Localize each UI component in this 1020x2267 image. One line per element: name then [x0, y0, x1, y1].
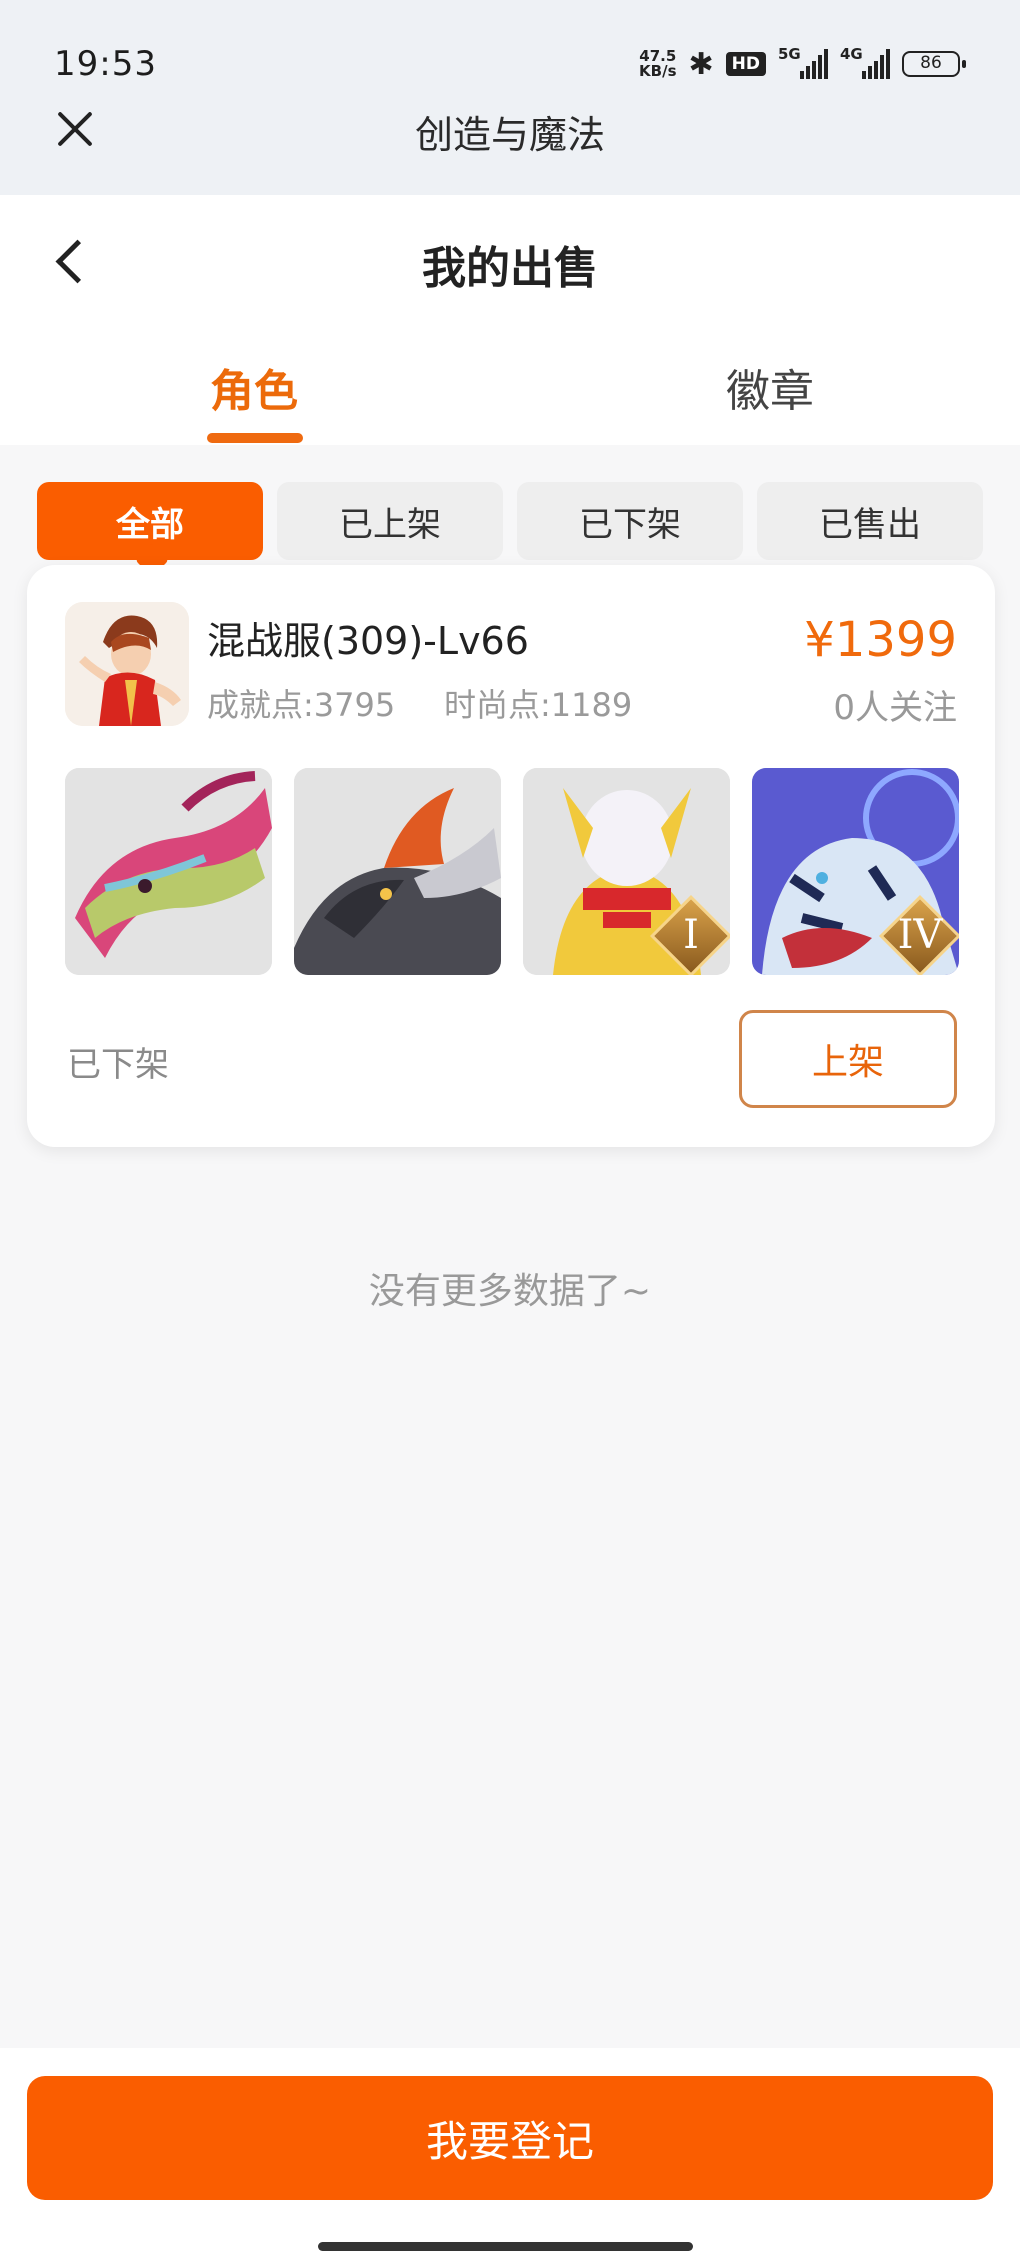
- signal-4g-icon: 4G: [840, 45, 890, 79]
- dark-dragon-mount-icon[interactable]: [294, 768, 501, 975]
- active-tab-indicator: [207, 433, 303, 443]
- status-time: 19:53: [54, 44, 157, 84]
- list-for-sale-button[interactable]: 上架: [739, 1010, 957, 1108]
- bluetooth-icon: ✱: [688, 46, 714, 82]
- golden-armor-pet-icon[interactable]: I: [523, 768, 730, 975]
- status-bar: 19:53 47.5 KB/s ✱ HD 5G 4G 86 创造与魔法: [0, 0, 1020, 195]
- follower-count: 0人关注: [833, 688, 957, 728]
- fashion-points: 时尚点:1189: [444, 686, 633, 724]
- blue-tiger-mount-icon[interactable]: IV: [752, 768, 959, 975]
- register-button[interactable]: 我要登记: [27, 2076, 993, 2200]
- filter-listed[interactable]: 已上架: [277, 482, 503, 560]
- network-speed: 47.5 KB/s: [639, 47, 677, 80]
- achievement-points: 成就点:3795: [207, 686, 396, 724]
- tab-badge[interactable]: 徽章: [726, 355, 814, 419]
- hd-voice-icon: HD: [725, 52, 766, 76]
- rank-label: I: [683, 912, 699, 958]
- rank-label: IV: [897, 912, 943, 958]
- filter-sold[interactable]: 已售出: [757, 482, 983, 560]
- status-filter-bar: 全部 已上架 已下架 已售出: [37, 482, 983, 560]
- listing-card[interactable]: 混战服(309)-Lv66 成就点:3795 时尚点:1189 ¥1399 0人…: [27, 565, 995, 1147]
- page-title: 我的出售: [422, 243, 598, 294]
- listing-status: 已下架: [67, 1045, 169, 1085]
- listing-title: 混战服(309)-Lv66: [207, 619, 529, 663]
- home-indicator[interactable]: [318, 2242, 693, 2251]
- signal-5g-icon: 5G: [778, 45, 828, 79]
- system-icons: 47.5 KB/s ✱ HD 5G 4G 86: [639, 44, 966, 84]
- listing-price: ¥1399: [804, 612, 957, 668]
- filter-delisted[interactable]: 已下架: [517, 482, 743, 560]
- character-avatar: [65, 602, 189, 726]
- asset-thumbnails: I IV: [65, 768, 959, 975]
- end-of-list-text: 没有更多数据了~: [368, 1271, 652, 1312]
- pink-dragon-mount-icon[interactable]: [65, 768, 272, 975]
- tab-role[interactable]: 角色: [210, 355, 298, 419]
- app-title: 创造与魔法: [414, 113, 605, 157]
- battery-icon: 86: [902, 51, 966, 77]
- filter-all[interactable]: 全部: [37, 482, 263, 560]
